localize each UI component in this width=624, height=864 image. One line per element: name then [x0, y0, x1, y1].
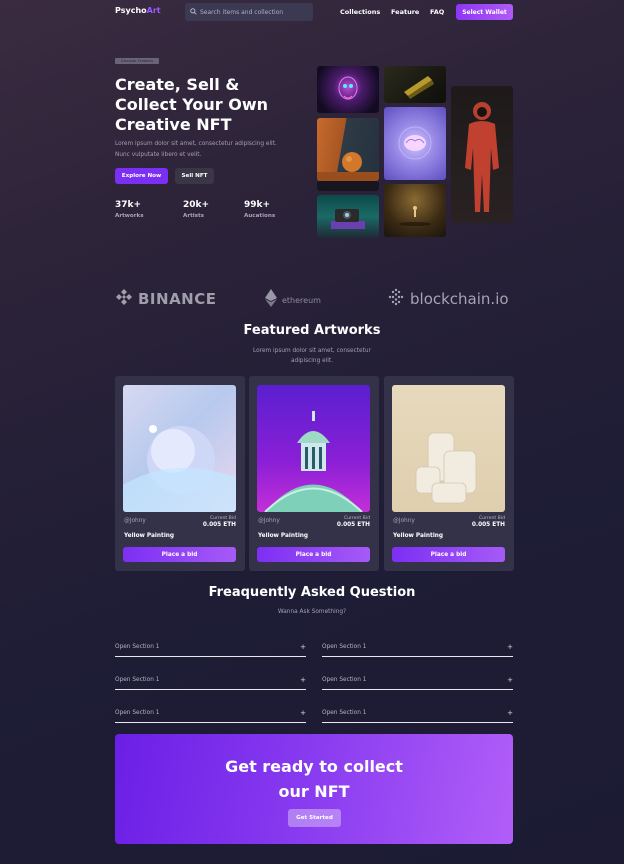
current-bid-value: 0.005 ETH	[336, 522, 370, 528]
nft-tile-gold-cone[interactable]	[384, 66, 446, 103]
plus-icon[interactable]: +	[507, 709, 513, 717]
nft-tile-figure[interactable]	[384, 184, 446, 237]
nav-collections[interactable]: Collections	[340, 8, 380, 16]
hero-title: Create, Sell & Collect Your Own Creative…	[115, 75, 285, 135]
stat-label: Aucations	[244, 213, 276, 219]
featured-subtitle-line: adipiscing elit.	[290, 358, 334, 364]
faq-item[interactable]: Open Section 1 +	[322, 703, 513, 723]
artwork-owner[interactable]: @Johny	[124, 518, 146, 524]
faq-item-label: Open Section 1	[322, 676, 367, 683]
faq-item-label: Open Section 1	[115, 676, 160, 683]
partner-binance-text: BINANCE	[138, 290, 217, 308]
nft-tile-red-suit[interactable]	[451, 86, 513, 223]
ethereum-icon	[265, 289, 277, 311]
stat-auctions: 99k+ Aucations	[244, 200, 275, 219]
current-bid-label: Current Bid	[343, 516, 370, 521]
plus-icon[interactable]: +	[300, 676, 306, 684]
plus-icon[interactable]: +	[507, 643, 513, 651]
hero-title-line: Creative NFT	[115, 115, 232, 134]
cta-title-line: our NFT	[278, 782, 350, 801]
faq-item[interactable]: Open Section 1 +	[115, 703, 306, 723]
faq-item[interactable]: Open Section 1 +	[115, 670, 306, 690]
stat-value: 20k+	[183, 200, 210, 210]
explore-now-button[interactable]: Explore Now	[115, 168, 168, 184]
nft-tile-orange-sphere[interactable]	[317, 118, 379, 181]
hero-title-line: Create, Sell &	[115, 75, 240, 94]
stat-artists: 20k+ Artists	[183, 200, 209, 219]
plus-icon[interactable]: +	[300, 643, 306, 651]
hero-description: Lorem ipsum dolor sit amet, consectetur …	[115, 141, 277, 158]
artwork-image[interactable]	[392, 385, 505, 512]
logo[interactable]: PsychoArt	[115, 6, 161, 15]
faq-item[interactable]: Open Section 1 +	[115, 637, 306, 657]
featured-title: Featured Artworks	[243, 323, 381, 338]
artwork-card[interactable]: @Johny Current Bid 0.005 ETH Yellow Pain…	[384, 376, 514, 571]
stat-label: Artworks	[115, 213, 144, 219]
artwork-card[interactable]: @Johny Current Bid 0.005 ETH Yellow Pain…	[115, 376, 245, 571]
artwork-name: Yellow Painting	[393, 533, 444, 539]
stat-artworks: 37k+ Artworks	[115, 200, 144, 219]
nft-tile-camera[interactable]	[317, 195, 379, 238]
nav-faq[interactable]: FAQ	[430, 8, 444, 16]
select-wallet-button[interactable]: Select Wallet	[456, 4, 513, 20]
partner-binance: BINANCE	[115, 288, 217, 310]
search-input[interactable]	[200, 8, 310, 16]
current-bid-value: 0.005 ETH	[202, 522, 236, 528]
artwork-name: Yellow Painting	[124, 533, 175, 539]
logo-main-text: Psycho	[115, 6, 147, 15]
place-bid-button[interactable]: Place a bid	[392, 547, 505, 562]
binance-icon	[115, 288, 133, 310]
stat-label: Artists	[183, 213, 205, 219]
place-bid-button[interactable]: Place a bid	[123, 547, 236, 562]
partner-ethereum: ethereum	[265, 289, 321, 311]
featured-subtitle-line: Lorem ipsum dolor sit amet, consectetur	[253, 348, 371, 354]
faq-item-label: Open Section 1	[115, 709, 160, 716]
current-bid-label: Current Bid	[209, 516, 236, 521]
nav-feature[interactable]: Feature	[391, 8, 419, 16]
artwork-owner[interactable]: @Johny	[258, 518, 280, 524]
partner-blockchain: blockchain.io	[387, 288, 509, 310]
plus-icon[interactable]: +	[507, 676, 513, 684]
faq-item-label: Open Section 1	[115, 643, 160, 650]
get-started-button[interactable]: Get Started	[288, 809, 341, 827]
stat-value: 37k+	[115, 200, 142, 210]
current-bid-label: Current Bid	[478, 516, 505, 521]
faq-subtitle: Wanna Ask Something?	[277, 609, 347, 615]
place-bid-button[interactable]: Place a bid	[257, 547, 370, 562]
faq-item-label: Open Section 1	[322, 709, 367, 716]
hero-title-line: Collect Your Own	[115, 95, 268, 114]
faq-item[interactable]: Open Section 1 +	[322, 670, 513, 690]
artwork-owner[interactable]: @Johny	[393, 518, 415, 524]
current-bid-value: 0.005 ETH	[471, 522, 505, 528]
sell-nft-button[interactable]: Sell NFT	[175, 168, 214, 184]
artwork-image[interactable]	[123, 385, 236, 512]
nft-tile-skull[interactable]	[317, 66, 379, 113]
cta-banner: Get ready to collect our NFT Get Started	[115, 734, 513, 844]
search-icon	[190, 7, 197, 17]
cta-title: Get ready to collect our NFT	[115, 754, 513, 804]
faq-item-label: Open Section 1	[322, 643, 367, 650]
faq-item[interactable]: Open Section 1 +	[322, 637, 513, 657]
search-bar[interactable]	[185, 3, 313, 21]
artwork-name: Yellow Painting	[258, 533, 309, 539]
cta-title-line: Get ready to collect	[225, 757, 403, 776]
plus-icon[interactable]: +	[300, 709, 306, 717]
logo-accent-text: Art	[146, 6, 161, 15]
partner-blockchain-text: blockchain.io	[410, 290, 509, 308]
artwork-image[interactable]	[257, 385, 370, 512]
hero-tag: Discover Creators	[115, 58, 159, 64]
featured-subtitle: Lorem ipsum dolor sit amet, consectetur …	[0, 346, 624, 366]
nft-tile-dark-strip	[317, 181, 379, 191]
blockchain-icon	[387, 288, 405, 310]
artwork-card[interactable]: @Johny Current Bid 0.005 ETH Yellow Pain…	[249, 376, 379, 571]
faq-title: Freaquently Asked Question	[208, 585, 416, 600]
stat-value: 99k+	[244, 200, 271, 210]
nft-tile-brain[interactable]	[384, 107, 446, 180]
partner-ethereum-text: ethereum	[282, 295, 321, 305]
